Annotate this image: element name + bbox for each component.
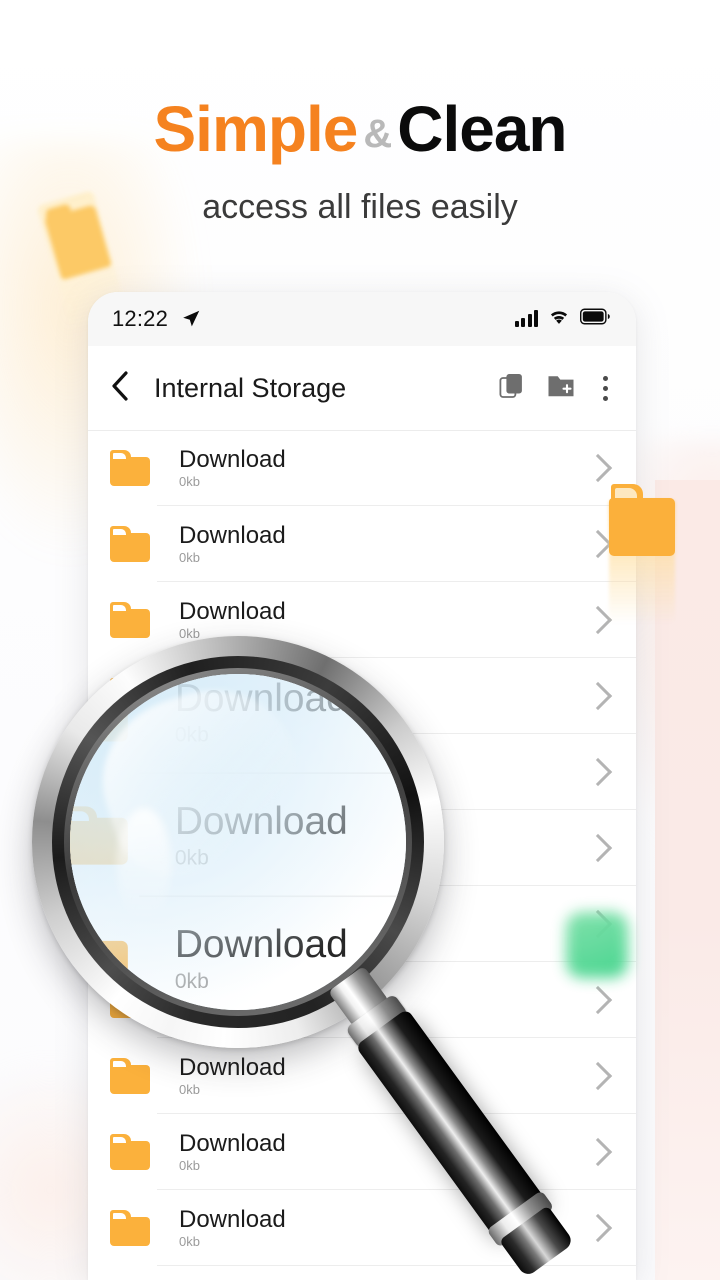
file-size: 0kb: [179, 854, 200, 870]
headline-ampersand: &: [363, 112, 392, 156]
file-list-row[interactable]: Download 0kb: [88, 1038, 636, 1114]
file-list-row[interactable]: Download 0kb: [88, 1114, 636, 1190]
status-bar: 12:22: [88, 292, 636, 346]
folder-icon: [110, 1134, 154, 1170]
folder-icon: [110, 602, 154, 638]
back-button[interactable]: [110, 370, 130, 406]
phone-mockup: 12:22 Internal Storage Download 0kb Down…: [88, 292, 636, 1280]
file-list[interactable]: Download0kbDownload0kbDownload0kbDownloa…: [88, 430, 636, 1266]
file-list-row[interactable]: Download 0kb: [88, 962, 636, 1038]
chevron-right-icon[interactable]: [583, 985, 613, 1015]
new-folder-icon[interactable]: [547, 373, 575, 404]
battery-icon: [580, 308, 610, 330]
file-name: Download: [179, 1130, 286, 1158]
page-title: Internal Storage: [154, 372, 347, 403]
file-size: 0kb: [179, 930, 200, 946]
promo-stage: Simple &Clean access all files easily 12:…: [0, 0, 720, 1280]
file-size: 0kb: [179, 1158, 200, 1174]
file-name: Download: [179, 978, 286, 1006]
file-name: Download: [179, 674, 286, 702]
floating-folder-right-icon: [603, 476, 683, 626]
file-size: 0kb: [179, 626, 200, 642]
file-name: Download: [179, 522, 286, 550]
copy-icon[interactable]: [499, 372, 525, 405]
file-list-row[interactable]: Download 0kb: [88, 582, 636, 658]
file-size: 0kb: [179, 474, 200, 490]
folder-icon: [110, 1058, 154, 1094]
file-size: 0kb: [179, 1082, 200, 1098]
file-size: 0kb: [179, 1006, 200, 1022]
chevron-right-icon[interactable]: [583, 1137, 613, 1167]
chevron-right-icon[interactable]: [583, 1061, 613, 1091]
file-list-row[interactable]: Download 0kb: [88, 430, 636, 506]
status-bar-time: 12:22: [112, 306, 169, 331]
signal-bars-icon: [514, 310, 538, 327]
file-size: 0kb: [179, 702, 200, 718]
file-name: Download: [179, 750, 286, 778]
file-list-row[interactable]: Download 0kb: [88, 810, 636, 886]
app-badge-icon: [566, 912, 628, 978]
location-arrow-icon: [180, 308, 202, 330]
folder-icon: [110, 526, 154, 562]
file-size: 0kb: [179, 778, 200, 794]
promo-headline: Simple &Clean: [0, 93, 720, 165]
file-name: Download: [179, 446, 286, 474]
chevron-right-icon[interactable]: [583, 833, 613, 863]
app-bar: Internal Storage: [88, 346, 636, 430]
file-list-row[interactable]: Download 0kb: [88, 734, 636, 810]
folder-icon: [110, 754, 154, 790]
file-list-row[interactable]: Download 0kb: [88, 658, 636, 734]
promo-subheadline: access all files easily: [202, 188, 518, 226]
wifi-icon: [548, 308, 570, 331]
overflow-menu-icon[interactable]: [597, 375, 614, 401]
chevron-right-icon[interactable]: [583, 1213, 613, 1243]
file-name: Download: [179, 902, 286, 930]
headline-word-simple: Simple: [153, 93, 358, 165]
row-divider: [157, 1265, 636, 1266]
file-name: Download: [179, 1054, 286, 1082]
folder-icon: [110, 830, 154, 866]
headline-word-clean: Clean: [397, 93, 567, 165]
chevron-right-icon[interactable]: [583, 681, 613, 711]
folder-icon: [110, 1210, 154, 1246]
file-size: 0kb: [179, 550, 200, 566]
folder-icon: [110, 678, 154, 714]
file-name: Download: [179, 826, 286, 854]
chevron-right-icon[interactable]: [583, 757, 613, 787]
file-name: Download: [179, 1206, 286, 1234]
file-list-row[interactable]: Download 0kb: [88, 506, 636, 582]
file-list-row[interactable]: Download 0kb: [88, 1190, 636, 1266]
folder-icon: [110, 982, 154, 1018]
file-list-row[interactable]: Download 0kb: [88, 886, 636, 962]
file-size: 0kb: [179, 1234, 200, 1250]
folder-icon: [110, 906, 154, 942]
folder-icon: [110, 450, 154, 486]
file-name: Download: [179, 598, 286, 626]
